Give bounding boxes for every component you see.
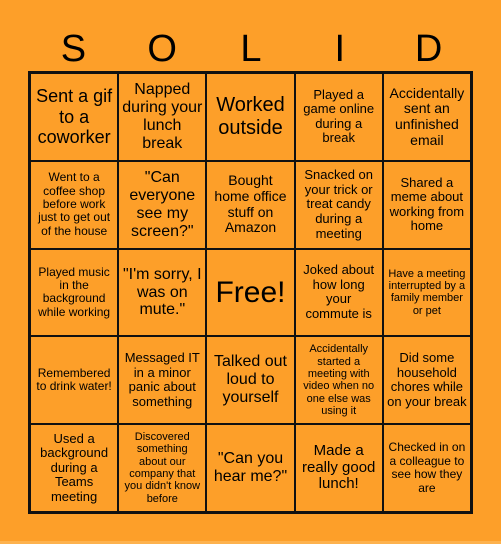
bingo-cell[interactable]: Accidentally started a meeting with vide… bbox=[294, 336, 383, 425]
cell-text: Used a background during a Teams meeting bbox=[40, 430, 109, 504]
bingo-cell[interactable]: Napped during your lunch break bbox=[118, 73, 207, 161]
header-letter-s: S bbox=[60, 28, 87, 70]
cell-text: Napped during your lunch break bbox=[122, 81, 203, 152]
cell-text: Joked about how long your commute is bbox=[303, 262, 375, 322]
cell-text: Checked in on a colleague to see how the… bbox=[388, 440, 466, 495]
bingo-cell[interactable]: Joked about how long your commute is bbox=[294, 248, 383, 337]
cell-text: "Can everyone see my screen?" bbox=[129, 168, 196, 240]
cell-text: Remembered to drink water! bbox=[36, 365, 112, 394]
cell-text: Sent a gif to a coworker bbox=[36, 85, 113, 148]
cell-text: Discovered something about our company t… bbox=[124, 431, 201, 505]
bingo-cell[interactable]: Made a really good lunch! bbox=[294, 424, 383, 512]
cell-text: Went to a coffee shop before work just t… bbox=[38, 170, 111, 238]
bingo-cell[interactable]: Played a game online during a break bbox=[294, 73, 383, 161]
cell-text: Bought home office stuff on Amazon bbox=[214, 172, 287, 236]
header-letter-d: D bbox=[414, 28, 443, 70]
bingo-cell[interactable]: Checked in on a colleague to see how the… bbox=[382, 424, 471, 512]
cell-text: Messaged IT in a minor panic about somet… bbox=[124, 350, 200, 409]
cell-text: Played a game online during a break bbox=[303, 86, 375, 146]
bingo-cell[interactable]: Discovered something about our company t… bbox=[118, 424, 207, 512]
bingo-cell[interactable]: Sent a gif to a coworker bbox=[30, 73, 119, 161]
header-letter-o: O bbox=[147, 28, 177, 70]
bingo-board: Sent a gif to a coworker Napped during y… bbox=[28, 71, 473, 514]
bingo-cell[interactable]: "Can you hear me?" bbox=[206, 424, 295, 512]
free-space-text: Free! bbox=[215, 275, 286, 309]
cell-text: Accidentally sent an unfinished email bbox=[389, 84, 465, 148]
cell-text: "I'm sorry, I was on mute." bbox=[122, 265, 202, 319]
bingo-cell[interactable]: Have a meeting interrupted by a family m… bbox=[382, 248, 471, 337]
cell-text: Worked outside bbox=[216, 93, 285, 139]
bingo-cell[interactable]: Used a background during a Teams meeting bbox=[30, 424, 119, 512]
cell-text: Have a meeting interrupted by a family m… bbox=[388, 267, 466, 317]
bingo-cell[interactable]: Snacked on your trick or treat candy dur… bbox=[294, 160, 383, 249]
bingo-free-space[interactable]: Free! bbox=[206, 248, 295, 337]
bingo-cell[interactable]: Went to a coffee shop before work just t… bbox=[30, 160, 119, 249]
bingo-cell[interactable]: "I'm sorry, I was on mute." bbox=[118, 248, 207, 337]
cell-text: Talked out loud to yourself bbox=[214, 353, 287, 407]
bingo-cell[interactable]: Remembered to drink water! bbox=[30, 336, 119, 425]
cell-text: Accidentally started a meeting with vide… bbox=[303, 343, 375, 417]
cell-text: "Can you hear me?" bbox=[213, 450, 288, 486]
header-letter-l: L bbox=[240, 28, 262, 70]
cell-text: Snacked on your trick or treat candy dur… bbox=[304, 167, 374, 241]
bingo-cell[interactable]: "Can everyone see my screen?" bbox=[118, 160, 207, 249]
bingo-cell[interactable]: Messaged IT in a minor panic about somet… bbox=[118, 336, 207, 425]
bingo-cell[interactable]: Bought home office stuff on Amazon bbox=[206, 160, 295, 249]
bingo-cell[interactable]: Accidentally sent an unfinished email bbox=[382, 73, 471, 161]
bingo-cell[interactable]: Did some household chores while on your … bbox=[382, 336, 471, 425]
bingo-cell[interactable]: Talked out loud to yourself bbox=[206, 336, 295, 425]
bingo-header: S O L I D bbox=[29, 28, 473, 70]
cell-text: Did some household chores while on your … bbox=[387, 350, 467, 409]
bingo-cell[interactable]: Shared a meme about working from home bbox=[382, 160, 471, 249]
cell-text: Shared a meme about working from home bbox=[389, 174, 465, 234]
bingo-cell[interactable]: Played music in the background while wor… bbox=[30, 248, 119, 337]
bingo-cell[interactable]: Worked outside bbox=[206, 73, 295, 161]
cell-text: Made a really good lunch! bbox=[302, 441, 376, 493]
cell-text: Played music in the background while wor… bbox=[38, 264, 111, 319]
header-letter-i: I bbox=[334, 28, 346, 70]
